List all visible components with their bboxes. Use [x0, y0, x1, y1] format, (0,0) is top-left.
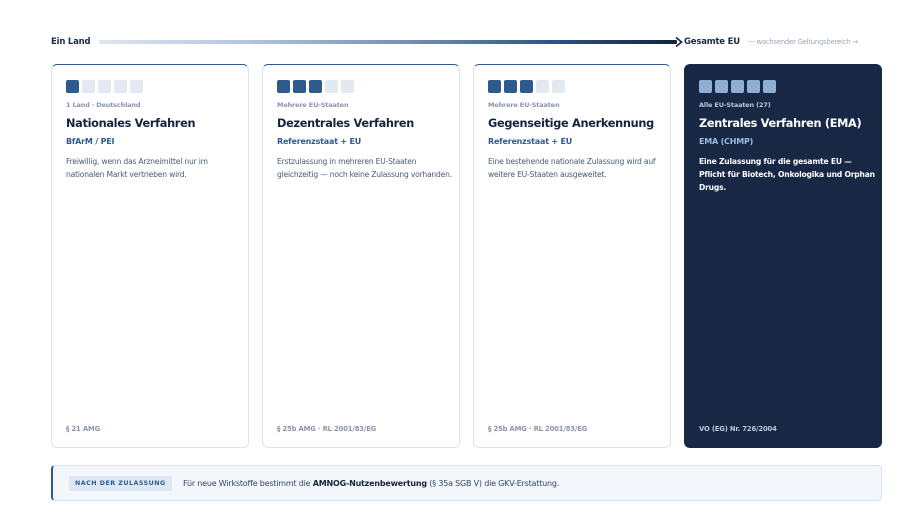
scope-squares — [699, 80, 776, 93]
post-approval-note: NACH DER ZULASSUNG Für neue Wirkstoffe b… — [51, 465, 882, 501]
card-centralised: Alle EU-Staaten (27) Zentrales Verfahren… — [684, 64, 882, 448]
card-authority: Referenzstaat + EU — [488, 137, 573, 146]
scale-end-label: Gesamte EU — [684, 37, 740, 47]
card-national: 1 Land · Deutschland Nationales Verfahre… — [51, 64, 249, 448]
scale-note: — wachsender Geltungsbereich → — [748, 38, 858, 46]
scope-squares — [488, 80, 565, 93]
card-legal-basis: § 25b AMG · RL 2001/83/EG — [488, 425, 588, 433]
card-title: Zentrales Verfahren (EMA) — [699, 117, 862, 130]
scope-square-empty — [341, 80, 354, 93]
card-scope: Mehrere EU-Staaten — [277, 101, 349, 109]
note-text-before: Für neue Wirkstoffe bestimmt die — [183, 479, 313, 488]
scope-square-filled — [277, 80, 290, 93]
scope-square-filled — [763, 80, 776, 93]
scale-gradient-bar — [99, 40, 677, 44]
scope-square-empty — [82, 80, 95, 93]
card-authority: EMA (CHMP) — [699, 137, 754, 146]
scope-square-filled — [731, 80, 744, 93]
card-scope: Alle EU-Staaten (27) — [699, 101, 771, 109]
card-description: Eine bestehende nationale Zulassung wird… — [488, 157, 656, 179]
card-authority: BfArM / PEI — [66, 137, 115, 146]
scope-square-filled — [66, 80, 79, 93]
scope-square-filled — [293, 80, 306, 93]
scope-square-filled — [520, 80, 533, 93]
scale-start-label: Ein Land — [51, 37, 91, 47]
scope-square-empty — [325, 80, 338, 93]
card-title: Dezentrales Verfahren — [277, 117, 415, 130]
card-legal-basis: § 21 AMG — [66, 425, 100, 433]
card-legal-basis: § 25b AMG · RL 2001/83/EG — [277, 425, 377, 433]
card-authority: Referenzstaat + EU — [277, 137, 362, 146]
card-description: Freiwillig, wenn das Arzneimittel nur im… — [66, 157, 208, 179]
scope-squares — [277, 80, 354, 93]
card-scope: 1 Land · Deutschland — [66, 101, 141, 109]
card-scope: Mehrere EU-Staaten — [488, 101, 560, 109]
scope-square-empty — [130, 80, 143, 93]
note-badge: NACH DER ZULASSUNG — [69, 476, 172, 491]
note-text-after: (§ 35a SGB V) die GKV-Erstattung. — [426, 479, 560, 488]
scope-square-filled — [488, 80, 501, 93]
scope-square-empty — [98, 80, 111, 93]
card-decentralised: Mehrere EU-Staaten Dezentrales Verfahren… — [262, 64, 460, 448]
card-description: Erstzulassung in mehreren EU-Staaten gle… — [277, 157, 452, 179]
card-description: Eine Zulassung für die gesamte EU — Pfli… — [699, 157, 875, 192]
card-mutual-recognition: Mehrere EU-Staaten Gegenseitige Anerkenn… — [473, 64, 671, 448]
scope-square-empty — [114, 80, 127, 93]
note-text-bold: AMNOG-Nutzenbewertung — [312, 479, 427, 488]
scope-square-filled — [747, 80, 760, 93]
card-title: Nationales Verfahren — [66, 117, 196, 130]
scope-square-filled — [504, 80, 517, 93]
scope-square-empty — [552, 80, 565, 93]
scope-square-filled — [715, 80, 728, 93]
scope-square-filled — [309, 80, 322, 93]
scope-scale: Ein Land Gesamte EU — wachsender Geltung… — [51, 36, 887, 48]
note-text: Für neue Wirkstoffe bestimmt die AMNOG-N… — [183, 477, 559, 490]
card-legal-basis: VO (EG) Nr. 726/2004 — [699, 425, 777, 433]
scope-squares — [66, 80, 143, 93]
scope-square-empty — [536, 80, 549, 93]
scope-square-filled — [699, 80, 712, 93]
card-title: Gegenseitige Anerkennung — [488, 117, 654, 130]
arrow-right-icon — [675, 36, 683, 48]
